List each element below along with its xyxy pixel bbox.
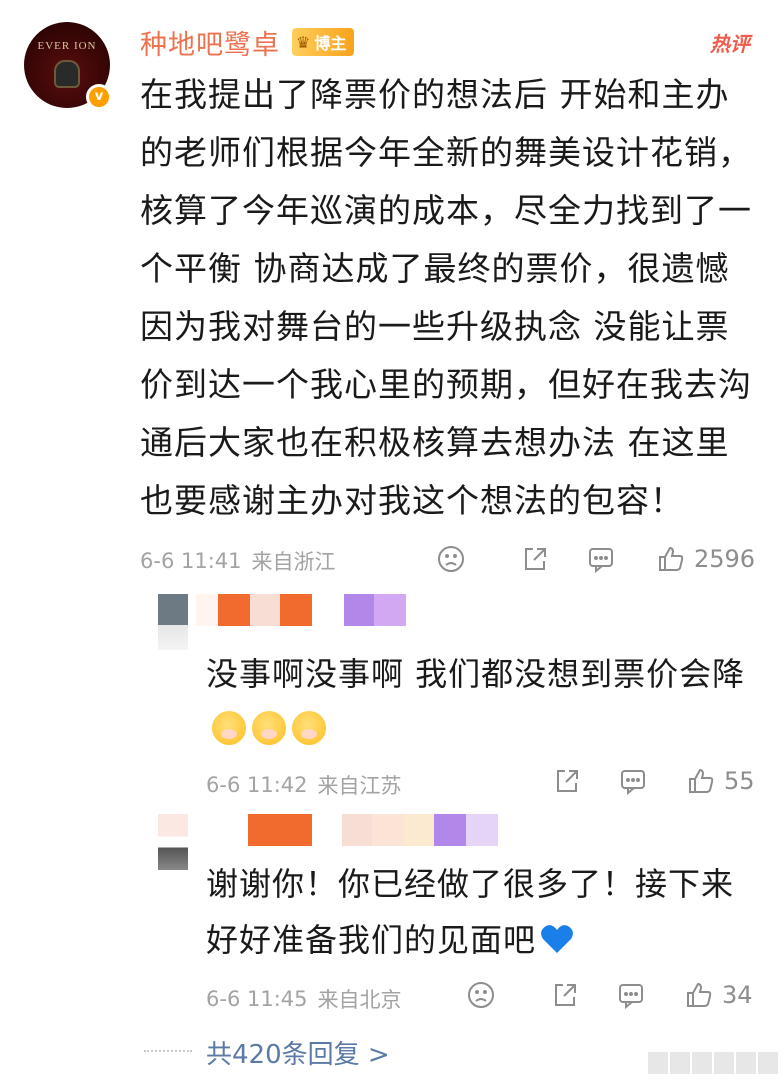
reply-username-redacted[interactable] [196,594,406,626]
dislike-button[interactable] [466,980,496,1010]
reply-location: 来自江苏 [317,774,402,798]
comment-icon [589,548,613,574]
like-button[interactable]: 55 [686,766,755,796]
reply-text-content: 没事啊没事啊 我们都没想到票价会降 [206,655,746,693]
comment-time: 6-6 11:41 [140,549,242,573]
like-count: 2596 [694,545,756,573]
reply-time: 6-6 11:42 [206,773,308,797]
like-count: 55 [724,767,755,795]
crown-icon: ♛ [296,32,311,52]
user-name[interactable]: 种地吧鹭卓 [140,23,280,62]
verified-badge-icon: v [86,84,112,110]
thumbs-up-icon [689,768,714,793]
frown-face-icon [438,546,464,572]
reply-time: 6-6 11:45 [206,987,308,1011]
reply-meta: 6-6 11:45 来自北京 [206,984,402,1014]
reply-avatar[interactable] [158,814,188,870]
user-avatar[interactable]: EVER ION v [24,22,112,110]
blue-heart-icon [540,916,574,953]
like-button[interactable]: 34 [684,980,753,1010]
comment-button[interactable] [586,544,616,574]
share-icon [557,770,578,792]
comment-location: 来自浙江 [251,550,336,574]
thumbs-up-icon [687,982,712,1007]
avatar-figure [54,60,80,88]
user-row: 种地吧鹭卓 ♛ 博主 [140,22,355,62]
share-icon [525,548,546,570]
like-count: 34 [722,981,753,1009]
share-button[interactable] [520,544,550,574]
comment-button[interactable] [618,766,648,796]
watermark-redacted [648,1052,778,1074]
dislike-button[interactable] [436,544,466,574]
thumbs-up-icon [659,546,684,571]
blogger-badge-label: 博主 [314,34,347,53]
crying-face-icon [212,711,246,745]
hot-comment-tag: 热评 [710,32,750,56]
comment-button[interactable] [616,980,646,1010]
reply-text: 没事啊没事啊 我们都没想到票价会降 [206,646,756,758]
reply-location: 来自北京 [317,988,402,1012]
divider-dots [144,1050,192,1052]
comment-icon [619,984,643,1010]
reply-username-redacted[interactable] [196,814,498,846]
blogger-badge: ♛ 博主 [292,28,355,56]
comment-icon [621,770,645,796]
frown-face-icon [468,982,494,1008]
like-button[interactable]: 2596 [656,544,755,574]
avatar-logo-text: EVER ION [37,40,97,52]
share-button[interactable] [552,766,582,796]
crying-face-icon [252,711,286,745]
share-button[interactable] [550,980,580,1010]
crying-face-icon [292,711,326,745]
reply-text-content: 谢谢你！你已经做了很多了！接下来好好准备我们的见面吧 [206,865,735,959]
comment-meta: 6-6 11:41 来自浙江 [140,546,336,576]
comment-text: 在我提出了降票价的想法后 开始和主办的老师们根据今年全新的舞美设计花销，核算了今… [140,75,752,520]
reply-meta: 6-6 11:42 来自江苏 [206,770,402,800]
view-all-replies-link[interactable]: 共420条回复 > [206,1034,390,1071]
reply-avatar[interactable] [158,594,188,650]
reply-text: 谢谢你！你已经做了很多了！接下来好好准备我们的见面吧 [206,856,746,968]
share-icon [555,984,576,1006]
